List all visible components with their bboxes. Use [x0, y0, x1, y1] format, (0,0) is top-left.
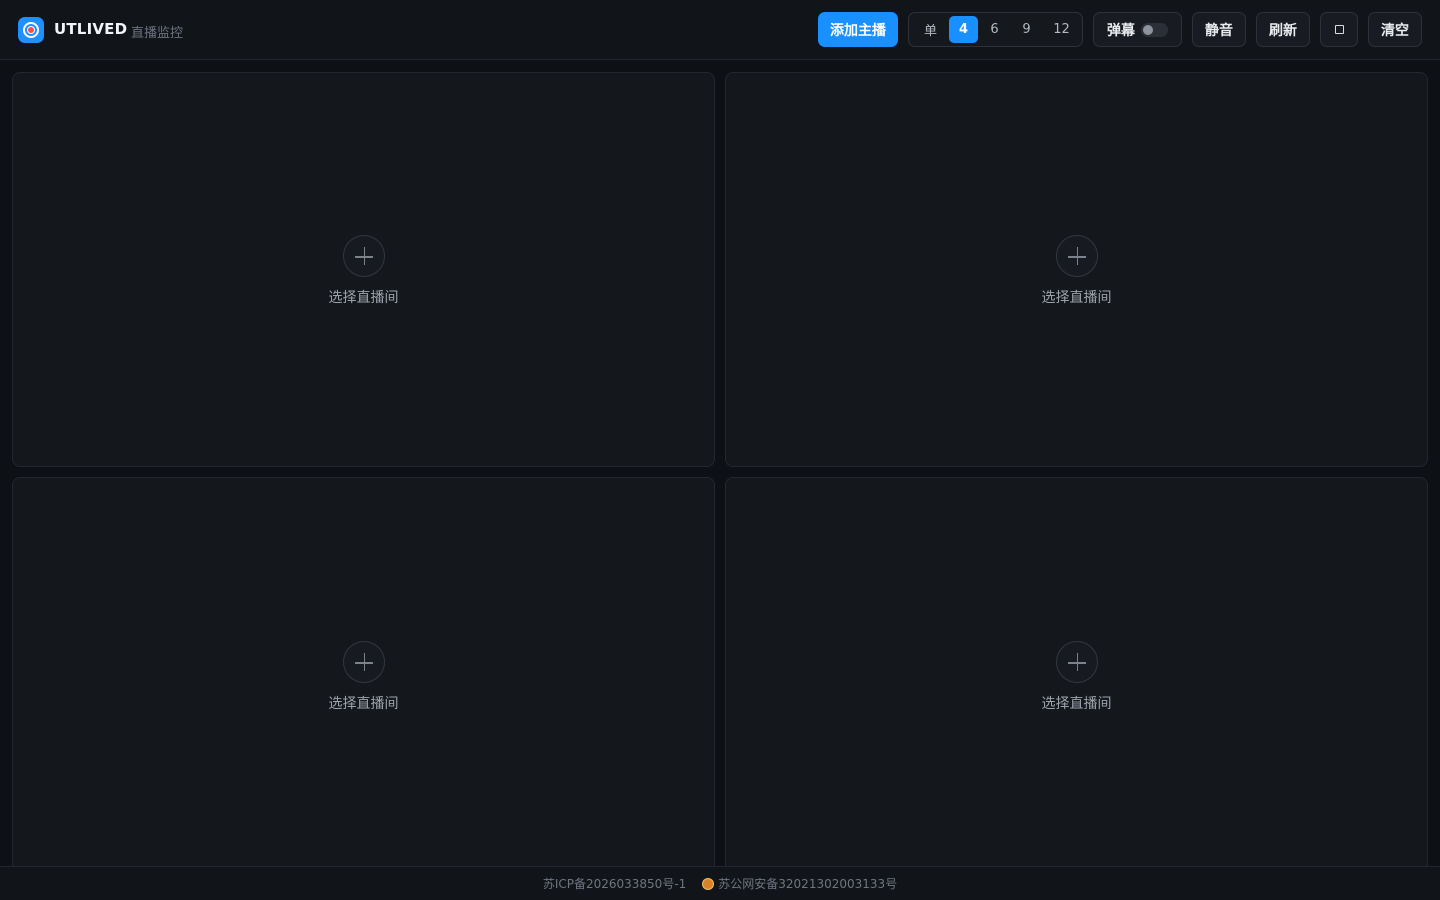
add-streamer-button[interactable]: 添加主播 — [818, 12, 898, 47]
app-logo-icon — [18, 17, 44, 43]
layout-option-single[interactable]: 单 — [916, 16, 945, 43]
layout-option-4[interactable]: 4 — [949, 16, 978, 43]
select-room-label: 选择直播间 — [1041, 290, 1112, 306]
layout-selector: 单 4 6 9 12 — [908, 12, 1083, 47]
icp-link[interactable]: 苏ICP备2026033850号-1 — [543, 875, 686, 892]
plus-icon[interactable] — [342, 641, 385, 683]
stream-slot-3[interactable]: 选择直播间 — [12, 477, 715, 877]
footer: 苏ICP备2026033850号-1 苏公网安备32021302003133号 — [0, 866, 1440, 900]
brand-name: UTLIVED — [54, 20, 128, 38]
plus-icon[interactable] — [342, 235, 385, 277]
select-room-label: 选择直播间 — [1041, 696, 1112, 712]
police-badge-icon — [702, 877, 715, 890]
top-bar: UTLIVED 直播监控 添加主播 单 4 6 9 12 弹幕 静音 刷新 清空 — [0, 0, 1440, 60]
danmaku-switch-knob — [1143, 25, 1153, 35]
danmaku-label: 弹幕 — [1107, 22, 1135, 39]
select-room-label: 选择直播间 — [328, 290, 399, 306]
stream-slot-4[interactable]: 选择直播间 — [725, 477, 1428, 877]
stream-slot-1[interactable]: 选择直播间 — [12, 72, 715, 467]
danmaku-toggle-button[interactable]: 弹幕 — [1093, 12, 1182, 47]
layout-option-6[interactable]: 6 — [980, 16, 1009, 43]
square-icon — [1334, 25, 1344, 34]
layout-option-9[interactable]: 9 — [1012, 16, 1041, 43]
app-subtitle: 直播监控 — [131, 26, 184, 41]
fullscreen-button[interactable] — [1320, 12, 1358, 47]
plus-icon[interactable] — [1055, 235, 1098, 277]
police-record-link[interactable]: 苏公网安备32021302003133号 — [718, 875, 897, 892]
refresh-button[interactable]: 刷新 — [1256, 12, 1310, 47]
layout-option-12[interactable]: 12 — [1047, 16, 1076, 43]
stream-slot-2[interactable]: 选择直播间 — [725, 72, 1428, 467]
plus-icon[interactable] — [1055, 641, 1098, 683]
danmaku-switch[interactable] — [1141, 23, 1168, 37]
select-room-label: 选择直播间 — [328, 696, 399, 712]
clear-button[interactable]: 清空 — [1368, 12, 1422, 47]
mute-button[interactable]: 静音 — [1192, 12, 1246, 47]
